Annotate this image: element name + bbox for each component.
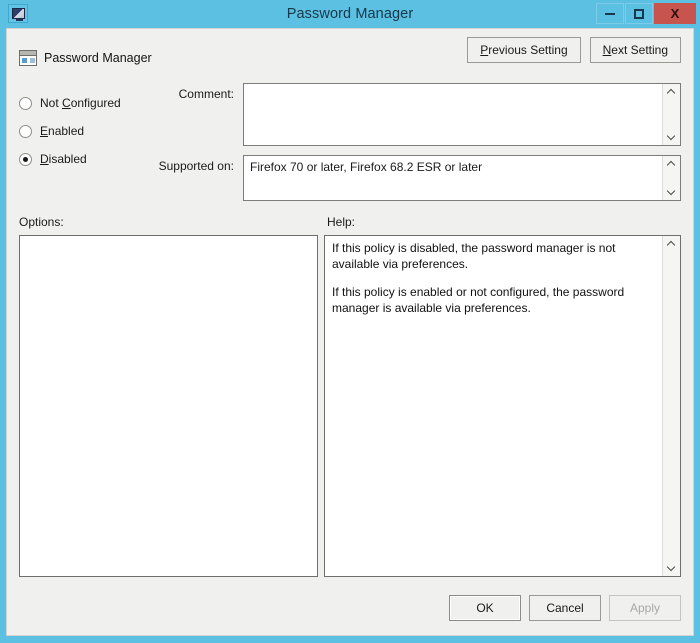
comment-box[interactable] <box>243 83 681 146</box>
chevron-up-icon <box>668 241 675 248</box>
options-content <box>20 236 317 576</box>
help-label: Help: <box>327 215 356 229</box>
supported-on-box[interactable]: Firefox 70 or later, Firefox 68.2 ESR or… <box>243 155 681 201</box>
previous-setting-button[interactable]: Previous Setting <box>467 37 581 63</box>
supported-scroll-up-button[interactable] <box>663 156 680 173</box>
navigation-buttons: Previous Setting Next Setting <box>467 37 681 63</box>
apply-button: Apply <box>609 595 681 621</box>
state-and-metadata: Not Configured Enabled Disabled Comment: <box>19 81 681 201</box>
comment-row: Comment: <box>151 83 681 146</box>
help-scroll-down-button[interactable] <box>663 559 680 576</box>
chevron-up-icon <box>668 89 675 96</box>
comment-scrollbar[interactable] <box>662 84 680 145</box>
comment-label: Comment: <box>178 87 234 101</box>
supported-on-value: Firefox 70 or later, Firefox 68.2 ESR or… <box>250 160 483 174</box>
maximize-icon <box>634 8 644 19</box>
metadata-fields: Comment: Supported on: Firefox 70 or lat… <box>151 83 681 201</box>
chevron-down-icon <box>668 188 675 195</box>
comment-scroll-down-button[interactable] <box>663 128 680 145</box>
chevron-up-icon <box>668 161 675 168</box>
radio-enabled[interactable]: Enabled <box>19 117 151 145</box>
cancel-button[interactable]: Cancel <box>529 595 601 621</box>
window-controls: X <box>595 3 696 24</box>
help-panel[interactable]: If this policy is disabled, the password… <box>324 235 681 577</box>
dialog-footer: OK Cancel Apply <box>19 587 681 635</box>
supported-on-scrollbar[interactable] <box>662 156 680 200</box>
comment-input[interactable] <box>244 84 662 145</box>
setting-header: Password Manager Previous Setting Next S… <box>19 29 681 81</box>
radio-disabled[interactable]: Disabled <box>19 145 151 173</box>
radio-disabled-label: Disabled <box>40 152 87 166</box>
radio-enabled-indicator <box>19 124 32 138</box>
panel-labels: Options: Help: <box>19 201 681 235</box>
radio-disabled-indicator <box>19 152 32 166</box>
chevron-down-icon <box>668 564 675 571</box>
radio-not-configured-label: Not Configured <box>40 96 121 110</box>
minimize-icon <box>605 12 615 15</box>
help-scrollbar[interactable] <box>662 236 680 576</box>
radio-not-configured-indicator <box>19 96 32 110</box>
help-paragraph: If this policy is enabled or not configu… <box>332 285 625 315</box>
panels-container: If this policy is disabled, the password… <box>19 235 681 587</box>
comment-scroll-up-button[interactable] <box>663 84 680 101</box>
close-button[interactable]: X <box>654 3 696 24</box>
supported-on-label: Supported on: <box>158 159 234 173</box>
dialog-client-area: Password Manager Previous Setting Next S… <box>6 28 694 636</box>
ok-button[interactable]: OK <box>449 595 521 621</box>
supported-on-row: Supported on: Firefox 70 or later, Firef… <box>151 155 681 201</box>
next-setting-button[interactable]: Next Setting <box>589 37 681 63</box>
radio-not-configured[interactable]: Not Configured <box>19 89 151 117</box>
options-panel[interactable] <box>19 235 318 577</box>
supported-scroll-down-button[interactable] <box>663 183 680 200</box>
maximize-button[interactable] <box>625 3 653 24</box>
window-icon[interactable] <box>8 4 28 23</box>
options-label: Options: <box>19 215 64 229</box>
computer-policy-icon <box>11 8 25 21</box>
title-bar[interactable]: Password Manager X <box>0 0 700 28</box>
minimize-button[interactable] <box>596 3 624 24</box>
help-scroll-up-button[interactable] <box>663 236 680 253</box>
radio-enabled-label: Enabled <box>40 124 85 138</box>
chevron-down-icon <box>668 133 675 140</box>
dialog-window: Password Manager X Password Manager Prev… <box>0 0 700 643</box>
setting-name: Password Manager <box>44 51 152 65</box>
state-radio-group: Not Configured Enabled Disabled <box>19 83 151 201</box>
policy-setting-icon <box>19 50 37 66</box>
help-paragraph: If this policy is disabled, the password… <box>332 241 616 271</box>
help-content: If this policy is disabled, the password… <box>325 236 662 576</box>
